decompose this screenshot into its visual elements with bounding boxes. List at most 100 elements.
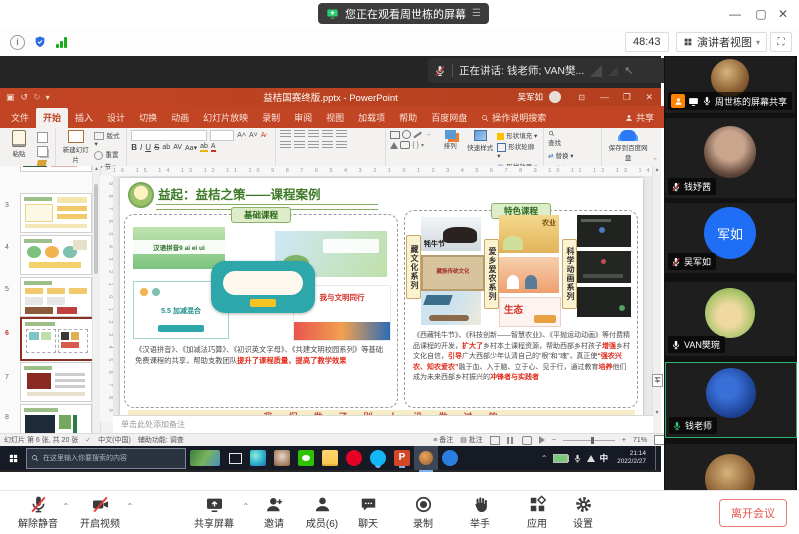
tab-design[interactable]: 设计 bbox=[100, 108, 132, 128]
spellcheck-icon[interactable]: ✓ bbox=[85, 436, 91, 444]
change-case-button[interactable]: Aa▾ bbox=[185, 144, 197, 152]
tray-mic-icon[interactable] bbox=[573, 454, 582, 463]
show-desktop-button[interactable] bbox=[655, 446, 659, 470]
scroll-up-icon[interactable]: ▴ bbox=[653, 166, 661, 173]
start-button[interactable] bbox=[0, 446, 26, 470]
fullscreen-button[interactable]: ⛶ bbox=[770, 32, 792, 52]
participant-tile[interactable]: VAN樊琬 bbox=[665, 282, 795, 356]
indent-increase-icon[interactable] bbox=[322, 130, 333, 138]
grow-font-icon[interactable]: A˄ bbox=[237, 132, 246, 139]
task-view-button[interactable] bbox=[224, 446, 246, 470]
powerpoint-taskbar-icon[interactable]: P bbox=[394, 450, 410, 466]
thumbnail-scrollbar[interactable]: ▲ bbox=[92, 166, 100, 434]
zoom-out-icon[interactable]: − bbox=[552, 437, 556, 444]
thumbnail-slide-8[interactable] bbox=[20, 404, 92, 434]
save-to-baidu-button[interactable]: 保存到百度网盘 bbox=[606, 130, 650, 162]
align-right-icon[interactable] bbox=[308, 141, 319, 149]
shrink-font-icon[interactable]: A˅ bbox=[249, 132, 258, 139]
edge-browser-icon[interactable] bbox=[250, 450, 266, 466]
ppt-restore-icon[interactable]: ❐ bbox=[623, 92, 631, 103]
participant-tile-active-speaker[interactable]: 钱老师 bbox=[665, 362, 797, 438]
accessibility-indicator[interactable]: 辅助功能: 调查 bbox=[138, 435, 184, 445]
chat-button[interactable]: 聊天 bbox=[342, 495, 394, 530]
editor-scrollbar[interactable]: ▴ 军 ▾ bbox=[652, 166, 661, 416]
taskbar-search-box[interactable]: 在这里输入你要搜索的内容 bbox=[26, 448, 186, 469]
mic-options-chevron[interactable]: ⌃ bbox=[62, 502, 70, 511]
shapes-more-icon[interactable]: ▾ bbox=[421, 142, 424, 149]
tab-view[interactable]: 视图 bbox=[319, 108, 351, 128]
shape-fill-button[interactable]: 形状填充 ▾ bbox=[497, 130, 539, 140]
tray-expand-icon[interactable]: ⌃ bbox=[541, 454, 548, 463]
char-spacing-button[interactable]: AV bbox=[173, 144, 182, 151]
share-button[interactable]: 共享 bbox=[618, 108, 661, 128]
justify-icon[interactable] bbox=[322, 141, 333, 149]
thumbnail-slide-4[interactable] bbox=[20, 235, 92, 275]
highlight-color-button[interactable]: ab bbox=[200, 143, 208, 152]
tab-slideshow[interactable]: 幻灯片放映 bbox=[196, 108, 255, 128]
notes-pane[interactable]: 单击此处添加备注 bbox=[113, 415, 653, 434]
shape-rect-icon[interactable] bbox=[390, 131, 400, 139]
tell-me-search[interactable]: 操作说明搜索 bbox=[474, 108, 553, 128]
font-color-button[interactable]: A bbox=[211, 143, 216, 152]
paste-button[interactable]: 粘贴 bbox=[4, 130, 34, 158]
collapse-ribbon-icon[interactable]: ⌃ bbox=[652, 157, 658, 165]
find-button[interactable]: 查找 bbox=[548, 130, 573, 147]
shape-brace-icon[interactable]: { } bbox=[412, 142, 419, 149]
file-explorer-icon[interactable] bbox=[322, 450, 338, 466]
start-video-button[interactable]: 开启视频 bbox=[74, 495, 126, 530]
active-app-icon[interactable] bbox=[414, 446, 438, 470]
maximize-button[interactable]: ▢ bbox=[753, 6, 769, 22]
app-icon-blue[interactable] bbox=[442, 450, 458, 466]
quick-styles-button[interactable]: 快速样式 bbox=[466, 130, 494, 152]
shape-arrow-icon[interactable]: → bbox=[424, 131, 431, 138]
shape-outline-button[interactable]: 形状轮廓 ▾ bbox=[497, 141, 539, 160]
shape-rounded-icon[interactable] bbox=[400, 141, 410, 149]
copy-icon[interactable] bbox=[37, 146, 48, 157]
shape-line-icon[interactable] bbox=[414, 131, 422, 137]
new-slide-button[interactable]: 新建幻灯片 bbox=[60, 130, 91, 164]
columns-icon[interactable] bbox=[336, 141, 347, 149]
battery-icon[interactable] bbox=[553, 454, 568, 463]
participant-tile[interactable]: 军如 吴军如 bbox=[665, 203, 795, 273]
strikethrough-button[interactable]: S bbox=[154, 143, 159, 152]
sorter-view-icon[interactable] bbox=[507, 437, 515, 444]
leave-meeting-button[interactable]: 离开会议 bbox=[719, 499, 787, 527]
unmute-button[interactable]: 解除静音 bbox=[12, 495, 64, 530]
tab-review[interactable]: 审阅 bbox=[287, 108, 319, 128]
ribbon-options-icon[interactable]: ⊡ bbox=[578, 93, 585, 102]
participant-tile-sharing[interactable]: 周世栋的屏幕共享 bbox=[665, 57, 795, 113]
minimize-button[interactable]: — bbox=[727, 6, 743, 22]
view-mode-button[interactable]: 演讲者视图 ▾ bbox=[676, 32, 767, 52]
bold-button[interactable]: B bbox=[131, 143, 137, 152]
bullets-icon[interactable] bbox=[280, 130, 291, 138]
coauthor-presence-chip[interactable]: 军 bbox=[652, 374, 663, 387]
scroll-up-icon[interactable]: ▲ bbox=[93, 166, 100, 172]
thumbnail-slide-7[interactable] bbox=[20, 362, 92, 402]
tab-animations[interactable]: 动画 bbox=[164, 108, 196, 128]
thumbnail-slide-5[interactable] bbox=[20, 277, 92, 317]
tab-transitions[interactable]: 切换 bbox=[132, 108, 164, 128]
comments-toggle[interactable]: ▤ 批注 bbox=[460, 435, 483, 445]
apps-button[interactable]: 应用 bbox=[511, 495, 563, 530]
raise-hand-button[interactable]: 举手 bbox=[454, 495, 506, 530]
tab-addins[interactable]: 加载项 bbox=[351, 108, 392, 128]
shape-triangle-icon[interactable] bbox=[390, 142, 398, 149]
share-screen-button[interactable]: 共享屏幕 bbox=[188, 495, 240, 530]
clear-format-icon[interactable]: A̷ bbox=[261, 132, 266, 139]
font-name-combobox[interactable] bbox=[131, 130, 207, 141]
slide[interactable]: 益起：益桔之策——课程案例 基础课程 汉语拼音9 ai ei ui bbox=[120, 178, 643, 426]
tab-home[interactable]: 开始 bbox=[36, 108, 68, 128]
tab-record[interactable]: 录制 bbox=[255, 108, 287, 128]
normal-view-icon[interactable] bbox=[490, 436, 500, 445]
zoom-percent[interactable]: 71% bbox=[633, 437, 647, 444]
security-shield-icon[interactable] bbox=[33, 35, 47, 49]
thumbnail-slide-6-selected[interactable] bbox=[20, 317, 94, 361]
font-size-combobox[interactable] bbox=[210, 130, 234, 141]
participant-tile[interactable]: 钱妤茜 bbox=[665, 118, 795, 198]
app-icon[interactable] bbox=[274, 450, 290, 466]
arrange-button[interactable]: 排列 bbox=[437, 130, 463, 150]
close-button[interactable]: ✕ bbox=[775, 6, 791, 22]
members-button[interactable]: 成员(6) bbox=[296, 495, 348, 530]
numbering-icon[interactable] bbox=[294, 130, 305, 138]
reset-button[interactable]: 重置 bbox=[94, 149, 122, 160]
